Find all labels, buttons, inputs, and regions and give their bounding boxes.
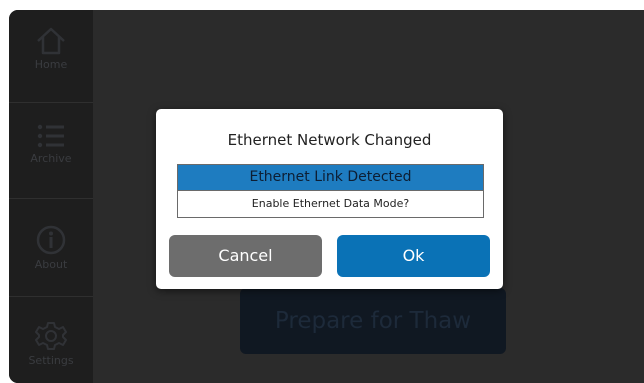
list-icon [37,124,64,148]
dialog-title: Ethernet Network Changed [227,131,432,149]
sidebar-item-about[interactable]: About [9,224,93,271]
sidebar: Home Archive About Settings [9,10,93,383]
sidebar-item-label: Archive [30,152,72,165]
sidebar-item-home[interactable]: Home [9,26,93,71]
divider [9,102,93,103]
ok-button[interactable]: Ok [337,235,490,277]
home-icon [37,27,65,55]
sidebar-item-settings[interactable]: Settings [9,320,93,367]
ethernet-dialog: Ethernet Network Changed Ethernet Link D… [156,109,503,289]
sidebar-item-label: Settings [28,354,74,367]
sidebar-item-archive[interactable]: Archive [9,122,93,165]
gear-icon [35,322,67,350]
prepare-for-thaw-button[interactable]: Prepare for Thaw [240,288,506,354]
sidebar-item-label: Home [34,58,68,71]
cancel-button[interactable]: Cancel [169,235,322,277]
info-box: Ethernet Link Detected Enable Ethernet D… [177,164,484,218]
divider [9,198,93,199]
sidebar-item-label: About [34,258,68,271]
info-icon [36,225,66,255]
status-banner: Ethernet Link Detected [178,165,483,191]
dialog-question: Enable Ethernet Data Mode? [251,197,410,210]
divider [9,296,93,297]
